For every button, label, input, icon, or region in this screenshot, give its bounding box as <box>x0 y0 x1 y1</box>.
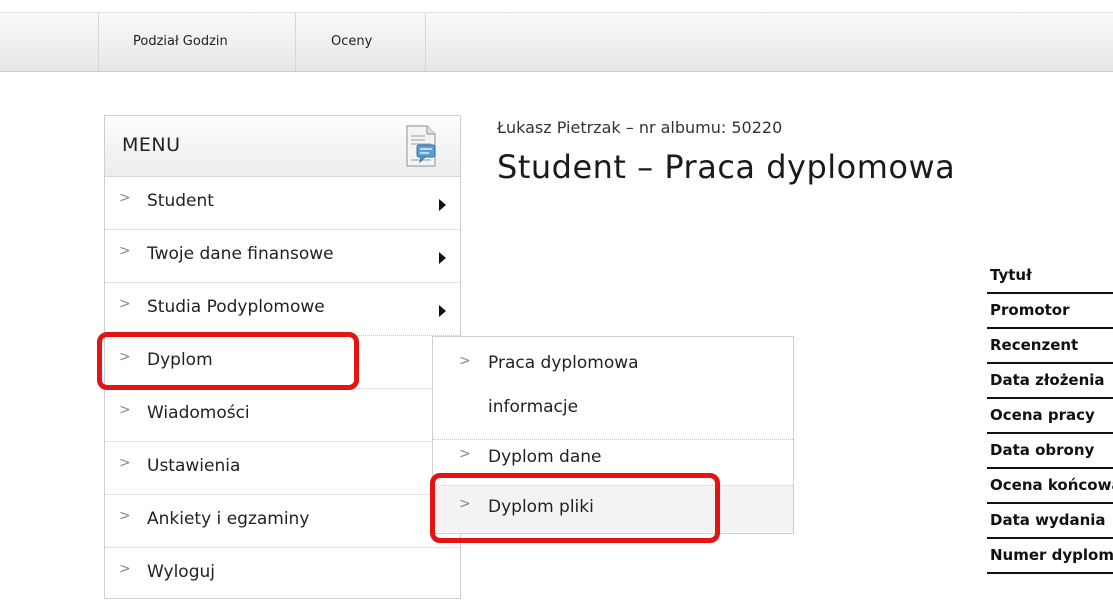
bullet-icon: > <box>119 402 131 418</box>
menu-title: MENU <box>122 134 181 156</box>
table-row: Ocena końcowa <box>987 469 1113 504</box>
student-info: Łukasz Pietrzak – nr albumu: 50220 <box>497 118 783 137</box>
bullet-icon: > <box>459 353 471 369</box>
table-row-label: Ocena końcowa <box>990 476 1113 494</box>
menu-item-wiadomosci[interactable]: > Wiadomości <box>105 389 460 442</box>
menu-item-student[interactable]: > Student <box>105 177 460 230</box>
submenu-item-label: Dyplom dane <box>488 447 602 467</box>
nav-link-podzial-godzin[interactable]: Podział Godzin <box>133 13 228 71</box>
submenu-item-label: informacje <box>488 397 579 417</box>
table-row-label: Tytuł <box>990 266 1032 284</box>
nav-separator <box>425 13 426 71</box>
bullet-icon: > <box>119 508 131 524</box>
menu-item-label: Student <box>147 191 214 211</box>
table-row: Promotor <box>987 294 1113 329</box>
submenu-arrow-icon <box>439 305 446 317</box>
bullet-icon: > <box>119 455 131 471</box>
table-row-label: Promotor <box>990 301 1070 319</box>
document-chat-icon <box>406 125 436 167</box>
bullet-icon: > <box>459 446 471 462</box>
submenu-item-label: Praca dyplomowa <box>488 353 639 373</box>
menu-header: MENU <box>105 116 460 177</box>
table-row-label: Data obrony <box>990 441 1095 459</box>
table-row-label: Ocena pracy <box>990 406 1095 424</box>
menu-item-wyloguj[interactable]: > Wyloguj <box>105 548 460 600</box>
menu-item-label: Studia Podyplomowe <box>147 297 325 317</box>
menu-item-ankiety-egzaminy[interactable]: > Ankiety i egzaminy <box>105 495 460 548</box>
menu-item-label: Ustawienia <box>147 456 241 476</box>
submenu-arrow-icon <box>439 252 446 264</box>
table-row: Data obrony <box>987 434 1113 469</box>
table-row-label: Recenzent <box>990 336 1079 354</box>
table-row: Numer dyplomu <box>987 539 1113 574</box>
table-row-label: Data wydania <box>990 511 1106 529</box>
bullet-icon: > <box>119 190 131 206</box>
menu-item-label: Twoje dane finansowe <box>147 244 334 264</box>
bullet-icon: > <box>119 243 131 259</box>
menu-item-ustawienia[interactable]: > Ustawienia <box>105 442 460 495</box>
submenu-item-praca-dyplomowa[interactable]: > Praca dyplomowa informacje <box>433 337 793 440</box>
menu-item-studia-podyplomowe[interactable]: > Studia Podyplomowe <box>105 283 460 336</box>
menu-item-label: Ankiety i egzaminy <box>147 509 310 529</box>
table-row-label: Data złożenia <box>990 371 1105 389</box>
thesis-details-table: Tytuł Promotor Recenzent Data złożenia O… <box>987 259 1113 601</box>
table-row: Ocena pracy <box>987 399 1113 434</box>
table-row: Recenzent <box>987 329 1113 364</box>
highlight-dyplom <box>97 332 359 390</box>
submenu-arrow-icon <box>439 199 446 211</box>
bullet-icon: > <box>119 561 131 577</box>
bullet-icon: > <box>119 296 131 312</box>
nav-separator <box>98 13 99 71</box>
menu-item-label: Wiadomości <box>147 403 250 423</box>
table-row-label: Numer dyplomu <box>990 546 1113 564</box>
top-navigation-bar: Podział Godzin Oceny <box>0 12 1113 72</box>
menu-item-label: Wyloguj <box>147 562 215 582</box>
highlight-dyplom-pliki <box>430 473 720 543</box>
page-title: Student – Praca dyplomowa <box>497 148 956 186</box>
table-row: Data wydania <box>987 504 1113 539</box>
nav-separator <box>295 13 296 71</box>
menu-item-dane-finansowe[interactable]: > Twoje dane finansowe <box>105 230 460 283</box>
nav-link-oceny[interactable]: Oceny <box>331 13 372 71</box>
table-row: Data złożenia <box>987 364 1113 399</box>
table-row: Tytuł <box>987 259 1113 294</box>
